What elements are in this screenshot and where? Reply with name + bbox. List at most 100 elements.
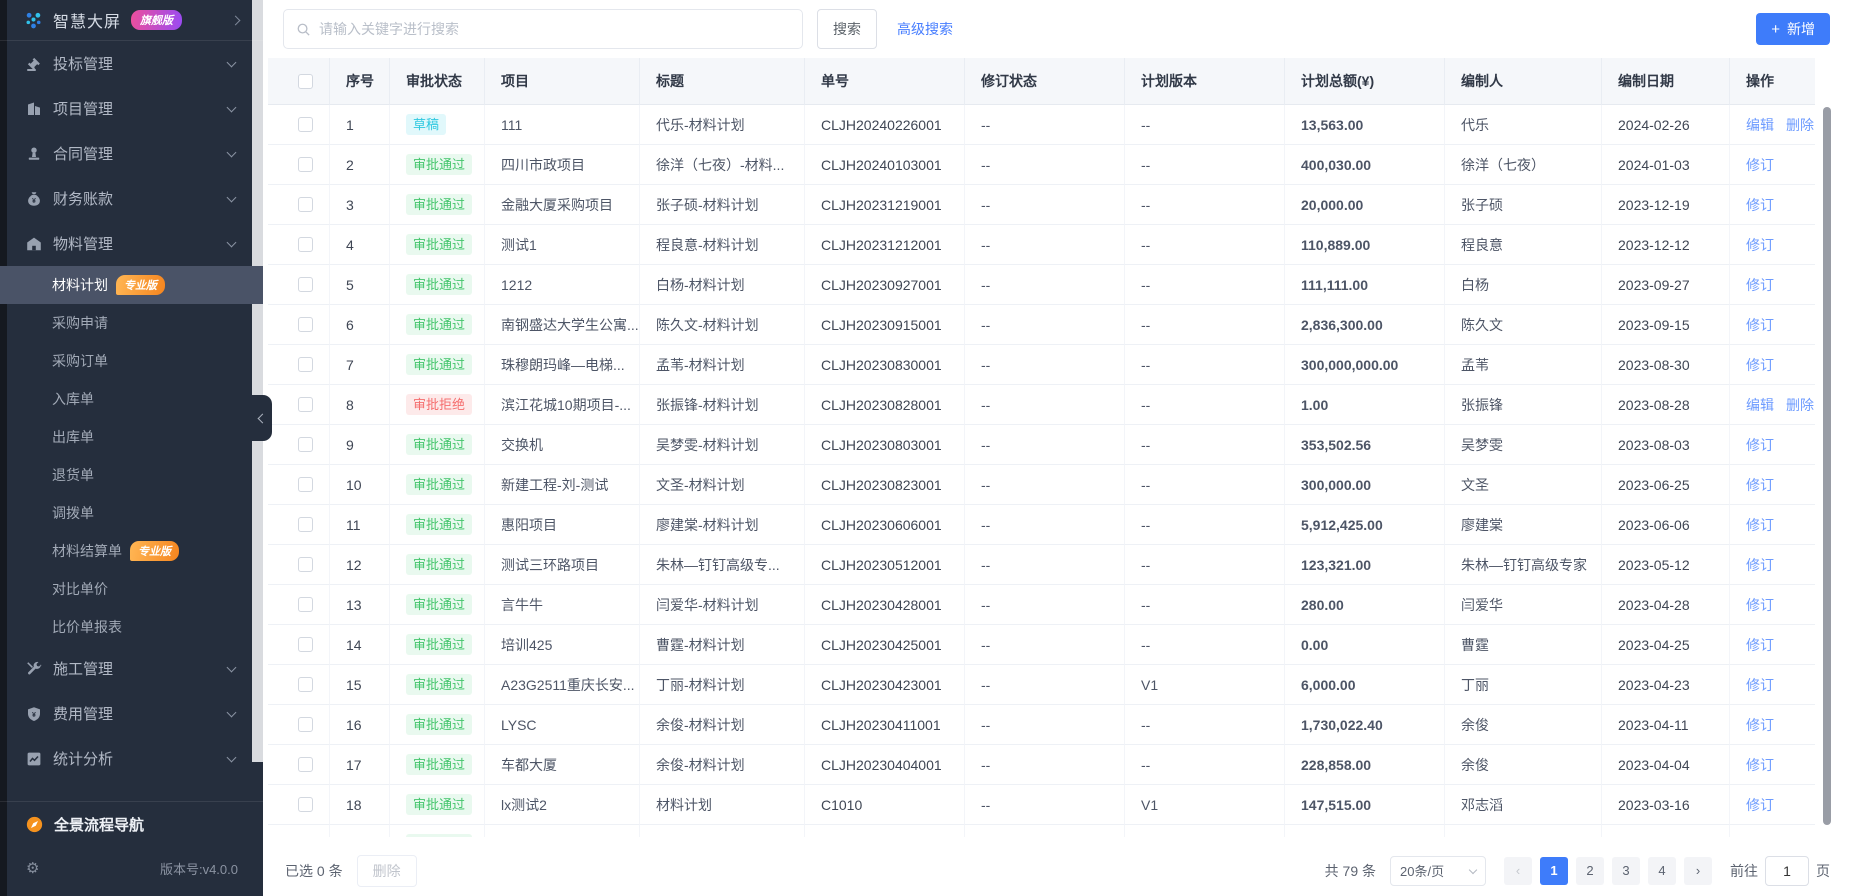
delete-button[interactable]: 删除	[356, 854, 417, 887]
sidebar-item[interactable]: 投标管理	[0, 41, 263, 86]
stamp-icon	[26, 146, 42, 162]
table-row: 16 审批通过 LYSC 余俊-材料计划 CLJH20230411001 -- -- 1,73…	[268, 705, 1815, 745]
status-badge: 审批通过	[406, 194, 473, 215]
page-button[interactable]: 1	[1540, 856, 1568, 885]
revise-link[interactable]: 修订	[1746, 355, 1774, 375]
row-checkbox[interactable]	[298, 557, 313, 572]
revise-link[interactable]: 修订	[1746, 715, 1774, 735]
actions-cell: 修订	[1730, 745, 1815, 785]
sidebar-subitem[interactable]: 采购申请	[0, 304, 263, 342]
plan-amount-cell: 400,030.00	[1285, 145, 1445, 185]
row-checkbox[interactable]	[298, 437, 313, 452]
row-checkbox[interactable]	[298, 157, 313, 172]
row-checkbox[interactable]	[298, 797, 313, 812]
revise-link[interactable]: 修订	[1746, 755, 1774, 775]
revision-status-cell: --	[965, 465, 1125, 505]
row-checkbox[interactable]	[298, 117, 313, 132]
revise-link[interactable]: 修订	[1746, 795, 1774, 815]
sidebar-subitem[interactable]: 退货单	[0, 456, 263, 494]
actions-cell: 编辑 删除	[1730, 385, 1815, 425]
project-cell: 南钢盛达大学生公寓...	[485, 305, 640, 345]
sidebar-subitem[interactable]: 入库单	[0, 380, 263, 418]
sidebar-item[interactable]: 项目管理	[0, 86, 263, 131]
row-checkbox[interactable]	[298, 237, 313, 252]
page-button[interactable]: 2	[1576, 856, 1604, 885]
page-button[interactable]: 3	[1612, 856, 1640, 885]
select-all-checkbox[interactable]	[298, 73, 313, 89]
plan-version-cell: --	[1125, 145, 1285, 185]
edit-link[interactable]: 编辑	[1746, 395, 1774, 415]
prev-page-button[interactable]: ‹	[1504, 856, 1532, 885]
row-checkbox[interactable]	[298, 637, 313, 652]
revision-status-cell: --	[965, 145, 1125, 185]
revise-link[interactable]: 修订	[1746, 195, 1774, 215]
vertical-scrollbar-thumb[interactable]	[1823, 107, 1831, 825]
table-row: 2 审批通过 四川市政项目 徐洋（七夜）-材料... CLJH20240103001 --…	[268, 145, 1815, 185]
search-button[interactable]: 搜索	[817, 9, 877, 49]
sidebar-subitem[interactable]: 比价单报表	[0, 608, 263, 646]
sidebar-subitem[interactable]: 采购订单	[0, 342, 263, 380]
sidebar-subitem-label: 采购申请	[52, 315, 108, 331]
delete-link[interactable]: 删除	[1786, 395, 1814, 415]
row-checkbox[interactable]	[298, 397, 313, 412]
sidebar-item[interactable]: 统计分析	[0, 736, 263, 781]
revision-status-cell: --	[965, 265, 1125, 305]
plan-version-cell: --	[1125, 185, 1285, 225]
sidebar-collapse-toggle[interactable]	[252, 395, 272, 441]
row-checkbox[interactable]	[298, 357, 313, 372]
gear-icon[interactable]: ⚙	[26, 859, 39, 877]
revise-link[interactable]: 修订	[1746, 515, 1774, 535]
title-cell: 余俊-材料计划	[640, 705, 805, 745]
column-header: 审批状态	[390, 58, 485, 105]
goto-page-input[interactable]	[1765, 855, 1809, 886]
delete-link[interactable]: 删除	[1786, 115, 1814, 135]
actions-cell: 修订	[1730, 505, 1815, 545]
sidebar-subitem[interactable]: 出库单	[0, 418, 263, 456]
revise-link[interactable]: 修订	[1746, 155, 1774, 175]
revise-link[interactable]: 修订	[1746, 235, 1774, 255]
page-size-select[interactable]: 20条/页	[1390, 855, 1486, 886]
sidebar-item[interactable]: 合同管理	[0, 131, 263, 176]
row-checkbox[interactable]	[298, 197, 313, 212]
revision-status-cell: --	[965, 305, 1125, 345]
date-cell: 2024-02-26	[1602, 105, 1730, 145]
row-checkbox[interactable]	[298, 517, 313, 532]
sidebar-item-smart-screen[interactable]: 智慧大屏 旗舰版	[0, 0, 263, 40]
sidebar-item[interactable]: 施工管理	[0, 646, 263, 691]
revise-link[interactable]: 修订	[1746, 555, 1774, 575]
revise-link[interactable]: 修订	[1746, 595, 1774, 615]
plan-version-cell	[1125, 825, 1285, 837]
row-number-cell: 12	[330, 545, 390, 585]
sidebar-item[interactable]: ¥ 财务账款	[0, 176, 263, 221]
revise-link[interactable]: 修订	[1746, 475, 1774, 495]
edit-link[interactable]: 编辑	[1746, 115, 1774, 135]
revise-link[interactable]: 修订	[1746, 435, 1774, 455]
sidebar-subitem[interactable]: 对比单价	[0, 570, 263, 608]
sidebar-item[interactable]: 物料管理	[0, 221, 263, 266]
project-cell: 培训425	[485, 625, 640, 665]
row-checkbox[interactable]	[298, 277, 313, 292]
row-checkbox[interactable]	[298, 597, 313, 612]
add-button[interactable]: + 新增	[1756, 13, 1830, 45]
next-page-button[interactable]: ›	[1684, 856, 1712, 885]
sidebar-item[interactable]: ¥ 费用管理	[0, 691, 263, 736]
revise-link[interactable]: 修订	[1746, 315, 1774, 335]
footer-bar: 已选 0 条 删除 共 79 条 20条/页 ‹ 1234 › 前往 页	[263, 845, 1854, 896]
sidebar-subitem[interactable]: 调拨单	[0, 494, 263, 532]
sidebar-subitem[interactable]: 材料结算单 专业版	[0, 532, 263, 570]
row-checkbox[interactable]	[298, 477, 313, 492]
row-checkbox[interactable]	[298, 717, 313, 732]
page-button[interactable]: 4	[1648, 856, 1676, 885]
row-checkbox[interactable]	[298, 757, 313, 772]
row-checkbox[interactable]	[298, 317, 313, 332]
advanced-search-link[interactable]: 高级搜索	[897, 19, 953, 39]
revise-link[interactable]: 修订	[1746, 635, 1774, 655]
sidebar-item-panorama-navigation[interactable]: 全景流程导航	[0, 802, 263, 846]
search-input[interactable]	[319, 21, 790, 37]
sidebar-subitem[interactable]: 材料计划 专业版	[0, 266, 263, 304]
status-cell: 审批通过	[390, 505, 485, 545]
author-cell: 曹霆	[1445, 625, 1602, 665]
revise-link[interactable]: 修订	[1746, 275, 1774, 295]
row-checkbox[interactable]	[298, 677, 313, 692]
revise-link[interactable]: 修订	[1746, 675, 1774, 695]
